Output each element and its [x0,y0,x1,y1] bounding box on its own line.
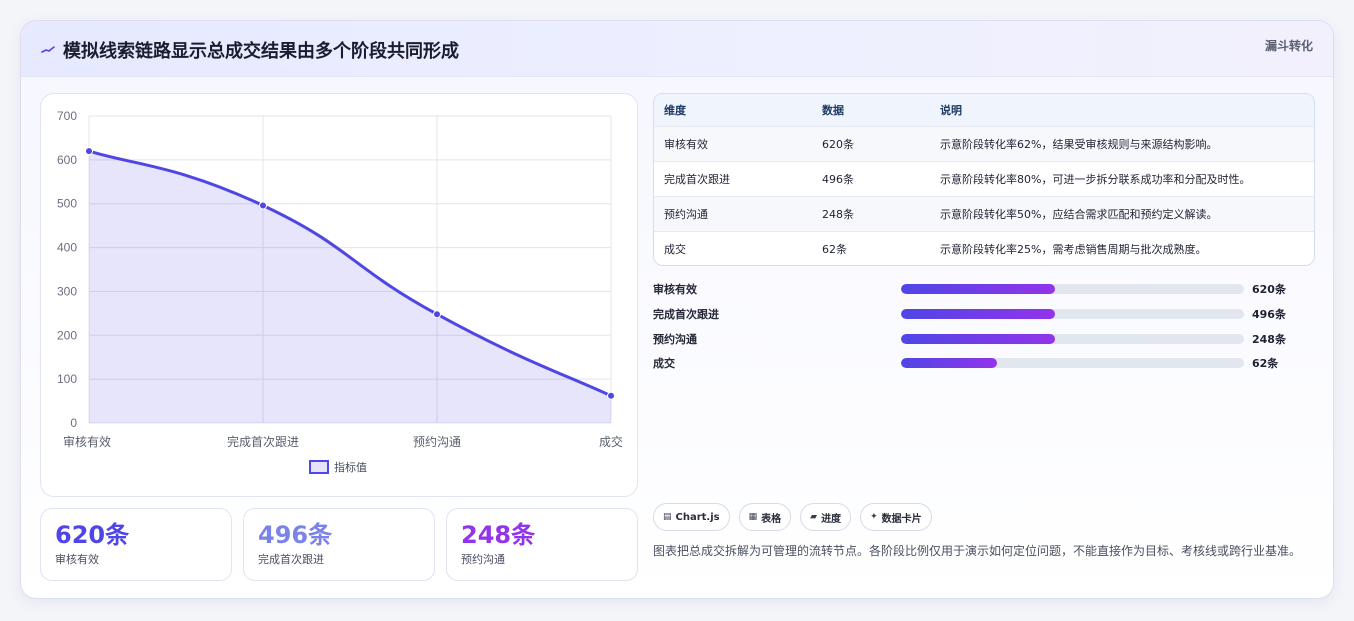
x-tick-label: 审核有效 [63,434,111,449]
table-icon: ▦ [748,512,758,522]
funnel-card: 模拟线索链路显示总成交结果由多个阶段共同形成 漏斗转化 0 100 200 300 40… [20,20,1334,599]
table-header: 说明 [940,103,962,117]
progress-value: 248条 [1252,332,1286,346]
y-tick-label: 300 [57,284,77,298]
card-header: 模拟线索链路显示总成交结果由多个阶段共同形成 漏斗转化 [21,21,1333,77]
progress-track [901,358,1244,369]
data-point [607,391,615,400]
y-tick-label: 200 [57,328,77,342]
kpi-card-2: 248条 预约沟通 [446,508,638,581]
chart-panel: 0 100 200 300 400 500 600 700 审核有效 完成首次跟进 预约沟通 成交指标… [40,93,638,497]
progress-row: 审核有效 620条 [653,277,1315,302]
progress-row: 完成首次跟进 496条 [653,302,1315,327]
progress-track [901,284,1244,295]
table-cell: 完成首次跟进 [664,172,730,186]
kpi-card-0: 620条 审核有效 [40,508,232,581]
table-header: 数据 [822,103,844,117]
progress-fill [901,333,1056,344]
sparkle-icon: ✦ [870,512,878,522]
y-tick-label: 400 [57,241,77,255]
table-header: 维度 [664,103,686,117]
data-point [259,201,267,210]
progress-fill [901,284,1056,295]
progress-label: 预约沟通 [653,332,697,346]
chip-progress[interactable]: ▰ 进度 [800,503,852,531]
progress-fill [901,358,998,369]
title-wrap: 模拟线索链路显示总成交结果由多个阶段共同形成 [41,37,459,63]
chip-data-card[interactable]: ✦ 数据卡片 [860,503,932,531]
table-cell: 成交 [664,242,686,256]
progress-value: 496条 [1252,308,1286,322]
progress-label: 成交 [653,357,675,371]
progress-row: 预约沟通 248条 [653,326,1315,351]
kpi-card-1: 496条 完成首次跟进 [243,508,435,581]
table-cell: 示意阶段转化率80%，可进一步拆分联系成功率和分配及时性。 [940,172,1251,186]
progress-fill [901,309,1056,320]
table-row: 完成首次跟进 496条 示意阶段转化率80%，可进一步拆分联系成功率和分配及时性… [654,161,1314,196]
x-tick-label: 成交 [599,434,623,449]
table-cell: 示意阶段转化率62%，结果受审核规则与来源结构影响。 [940,137,1218,151]
table-cell: 预约沟通 [664,207,708,221]
series-area [89,151,611,424]
progress-track [901,309,1244,320]
y-tick-label: 600 [57,153,77,167]
data-table: 维度 数据 说明 审核有效 620条 示意阶段转化率62%，结果受审核规则与来源… [654,94,1314,265]
table-cell: 示意阶段转化率50%，应结合需求匹配和预约定义解读。 [940,207,1218,221]
chip-chartjs[interactable]: ▤ Chart.js [653,503,730,531]
line-chart: 0 100 200 300 400 500 600 700 审核有效 完成首次跟进 预约沟通 成交指标… [57,109,623,474]
table-cell: 62条 [822,242,847,256]
kpi-value: 496条 [258,521,333,549]
table-cell: 496条 [822,172,854,186]
x-tick-label: 预约沟通 [413,434,461,449]
progress-row: 成交 62条 [653,351,1315,376]
table-row: 成交 62条 示意阶段转化率25%，需考虑销售周期与批次成熟度。 [654,231,1314,265]
table-cell: 审核有效 [664,137,708,151]
x-tick-label: 完成首次跟进 [227,434,299,449]
chip-label: Chart.js [675,511,720,523]
chip-label: 进度 [821,513,842,525]
kpi-value: 248条 [461,521,536,549]
page-title: 模拟线索链路显示总成交结果由多个阶段共同形成 [63,41,459,62]
kpi-label: 预约沟通 [461,553,505,566]
data-table-wrap: 维度 数据 说明 审核有效 620条 示意阶段转化率62%，结果受审核规则与来源… [653,93,1315,266]
y-tick-label: 700 [57,109,77,123]
legend-label: 指标值 [334,460,367,474]
table-header-row: 维度 数据 说明 [654,94,1314,126]
data-point [85,147,93,156]
progress-value: 62条 [1252,357,1279,371]
progress-icon: ▰ [810,512,818,522]
progress-list: 审核有效 620条 完成首次跟进 496条 预约沟通 248条 成交 62条 [653,277,1315,376]
kpi-value: 620条 [55,521,130,549]
chip-table[interactable]: ▦ 表格 [738,503,792,531]
progress-label: 审核有效 [653,283,697,297]
description: 图表把总成交拆解为可管理的流转节点。各阶段比例仅用于演示如何定位问题，不能直接作… [653,544,1302,558]
y-tick-label: 100 [57,372,77,386]
kpi-cards: 620条 审核有效 496条 完成首次跟进 248条 预约沟通 [40,508,638,581]
header-tag: 漏斗转化 [1264,39,1313,53]
chip-label: 数据卡片 [881,513,922,525]
table-row: 预约沟通 248条 示意阶段转化率50%，应结合需求匹配和预约定义解读。 [654,196,1314,231]
chip-label: 表格 [761,513,782,525]
kpi-label: 完成首次跟进 [258,553,324,566]
table-cell: 248条 [822,207,854,221]
chart-icon: ▤ [663,512,672,522]
progress-track [901,333,1244,344]
table-cell: 示意阶段转化率25%，需考虑销售周期与批次成熟度。 [940,242,1207,256]
progress-label: 完成首次跟进 [653,308,719,322]
y-tick-label: 500 [57,197,77,211]
y-tick-label: 0 [70,416,77,430]
legend-swatch [309,460,329,474]
table-row: 审核有效 620条 示意阶段转化率62%，结果受审核规则与来源结构影响。 [654,126,1314,161]
sparkline-icon [41,46,55,53]
data-point [433,310,441,319]
table-cell: 620条 [822,137,854,151]
progress-value: 620条 [1252,283,1286,297]
tech-chips: ▤ Chart.js ▦ 表格 ▰ 进度 ✦ 数据卡片 [653,503,932,531]
kpi-label: 审核有效 [55,553,99,566]
